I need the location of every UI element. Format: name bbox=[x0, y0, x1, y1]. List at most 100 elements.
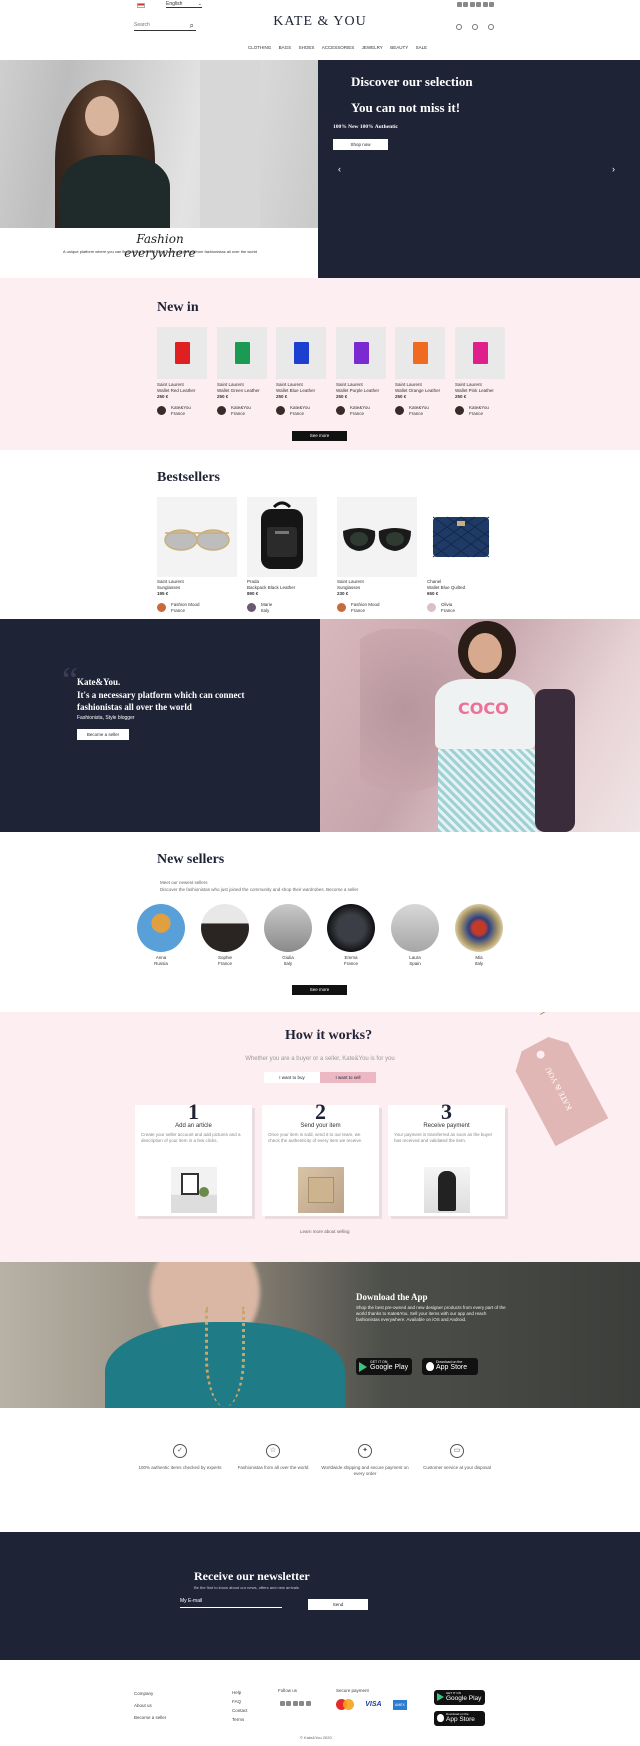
product-seller[interactable]: Kate&You France bbox=[217, 405, 267, 417]
step-title: Send your item bbox=[300, 1123, 341, 1129]
product-image bbox=[336, 327, 386, 379]
footer-google-play-button[interactable]: GET IT ON Google Play bbox=[434, 1690, 485, 1705]
step-title: Receive payment bbox=[423, 1123, 470, 1129]
seller-card[interactable]: Anna Russia bbox=[137, 904, 185, 967]
bestseller-product[interactable]: Chanel Wallet Blue Quilted 650 € Olivia Fran… bbox=[427, 579, 507, 614]
product-image bbox=[276, 327, 326, 379]
new-in-product[interactable]: Saint Laurent Wallet Green Leather 250 € Ka… bbox=[217, 327, 267, 417]
facebook-icon[interactable] bbox=[456, 2, 462, 7]
features-section: ✓ 100% authentic items checked by experts… bbox=[0, 1408, 640, 1532]
product-price: 250 € bbox=[276, 394, 288, 399]
footer-help-title: Help bbox=[232, 1690, 242, 1695]
product-seller[interactable]: Olivia France bbox=[427, 602, 507, 614]
footer-contact-link[interactable]: Contact bbox=[232, 1706, 248, 1715]
apple-icon bbox=[437, 1714, 444, 1722]
new-in-product[interactable]: Saint Laurent Wallet Orange Leather 250 € K… bbox=[395, 327, 445, 417]
heart-icon[interactable] bbox=[489, 2, 494, 7]
youtube-icon[interactable] bbox=[476, 2, 481, 7]
bestseller-image-3[interactable] bbox=[337, 497, 417, 577]
instagram-icon[interactable] bbox=[286, 1701, 291, 1706]
heart-icon[interactable] bbox=[305, 1701, 311, 1706]
favorites-icon[interactable] bbox=[472, 24, 478, 30]
avatar bbox=[276, 406, 285, 415]
product-seller[interactable]: Marie Italy bbox=[247, 602, 327, 614]
bestseller-product[interactable]: Saint Laurent Sunglasses 230 € Fashion Mood… bbox=[337, 579, 417, 614]
nav-clothing[interactable]: Clothing bbox=[248, 45, 271, 50]
backpack-image bbox=[261, 501, 303, 569]
become-seller-button[interactable]: Become a seller bbox=[77, 729, 129, 740]
wallet-image bbox=[473, 342, 488, 364]
google-play-button[interactable]: GET IT ON Google Play bbox=[356, 1358, 412, 1375]
nav-beauty[interactable]: Beauty bbox=[390, 45, 408, 50]
seller-card[interactable]: Emma France bbox=[327, 904, 375, 967]
step-text: Your payment is transferred as soon as t… bbox=[394, 1132, 493, 1143]
avatar bbox=[395, 406, 404, 415]
bestseller-image-4[interactable] bbox=[427, 497, 497, 577]
carousel-next-icon[interactable]: › bbox=[612, 164, 615, 174]
new-sellers-see-more-button[interactable]: See more bbox=[292, 985, 347, 995]
app-store-button[interactable]: Download on the App Store bbox=[422, 1358, 478, 1375]
product-seller[interactable]: Kate&You France bbox=[276, 405, 326, 417]
product-seller[interactable]: Fashion Mood France bbox=[157, 602, 237, 614]
carousel-prev-icon[interactable]: ‹ bbox=[338, 164, 341, 174]
new-in-see-more-button[interactable]: See more bbox=[292, 431, 347, 441]
seller-card[interactable]: Giulia Italy bbox=[264, 904, 312, 967]
nav-jewelry[interactable]: Jewelry bbox=[362, 45, 383, 50]
seller-card[interactable]: Mia Italy bbox=[455, 904, 503, 967]
tab-sell[interactable]: I want to sell bbox=[320, 1072, 376, 1083]
nav-accessories[interactable]: Accessories bbox=[322, 45, 355, 50]
newsletter-send-button[interactable]: Send bbox=[308, 1599, 368, 1610]
nav-sale[interactable]: Sale bbox=[416, 45, 428, 50]
footer-terms-link[interactable]: Terms bbox=[232, 1715, 248, 1724]
hero-title-1: Discover our selection bbox=[351, 74, 473, 89]
seller-card[interactable]: Laura Spain bbox=[391, 904, 439, 967]
user-icon[interactable] bbox=[456, 24, 462, 30]
seller-country: France bbox=[351, 608, 366, 613]
product-seller[interactable]: Kate&You France bbox=[395, 405, 445, 417]
footer-app-store-button[interactable]: Download on the App Store bbox=[434, 1711, 485, 1726]
new-in-product[interactable]: Saint Laurent Wallet Red Leather 250 € Kate… bbox=[157, 327, 207, 417]
learn-more-link[interactable]: Learn more about selling bbox=[300, 1229, 350, 1234]
newsletter-title: Receive our newsletter bbox=[194, 1569, 310, 1583]
tab-buy[interactable]: I want to buy bbox=[264, 1072, 320, 1083]
new-in-product[interactable]: Saint Laurent Wallet Purple Leather 250 € K… bbox=[336, 327, 386, 417]
chevron-down-icon: ⌄ bbox=[197, 1, 202, 7]
feature-item: ✦ Worldwide shipping and secure payment o… bbox=[320, 1444, 410, 1477]
language-select[interactable]: English ⌄ bbox=[166, 1, 202, 8]
bestseller-product[interactable]: Prada Backpack Black Leather 890 € Marie Ita… bbox=[247, 579, 327, 614]
pinterest-icon[interactable] bbox=[469, 2, 475, 7]
facebook-icon[interactable] bbox=[279, 1701, 285, 1706]
newsletter-email-input[interactable]: My E-mail bbox=[180, 1598, 282, 1608]
youtube-icon[interactable] bbox=[299, 1701, 304, 1706]
nav-bags[interactable]: Bags bbox=[279, 45, 292, 50]
bestseller-image-1[interactable] bbox=[157, 497, 237, 577]
step-image bbox=[298, 1167, 344, 1213]
instagram-icon[interactable] bbox=[463, 2, 468, 7]
product-seller[interactable]: Kate&You France bbox=[336, 405, 386, 417]
footer-become-seller-link[interactable]: Become a seller bbox=[134, 1712, 166, 1724]
pinterest-icon[interactable] bbox=[292, 1701, 298, 1706]
us-flag-icon[interactable] bbox=[137, 3, 145, 8]
new-in-product[interactable]: Saint Laurent Wallet Pink Leather 250 € Kat… bbox=[455, 327, 505, 417]
cart-icon[interactable] bbox=[488, 24, 494, 30]
nav-shoes[interactable]: Shoes bbox=[299, 45, 315, 50]
site-logo[interactable]: KATE & YOU bbox=[262, 14, 378, 30]
seller-card[interactable]: Sophie France bbox=[201, 904, 249, 967]
shop-now-button[interactable]: Shop now bbox=[333, 139, 388, 150]
footer-about-link[interactable]: About us bbox=[134, 1700, 166, 1712]
bestseller-product[interactable]: Saint Laurent Sunglasses 195 € Fashion Mood… bbox=[157, 579, 237, 614]
search-input[interactable]: Search ⌕ bbox=[134, 21, 196, 31]
tag-string bbox=[540, 1012, 602, 1015]
play-icon bbox=[359, 1362, 367, 1372]
product-seller[interactable]: Kate&You France bbox=[157, 405, 207, 417]
footer-faq-link[interactable]: FAQ bbox=[232, 1697, 248, 1706]
tshirt-print: COCO bbox=[458, 699, 509, 718]
bestseller-image-2[interactable] bbox=[247, 497, 317, 577]
feature-text: 100% authentic items checked by experts bbox=[138, 1465, 222, 1470]
new-in-product[interactable]: Saint Laurent Wallet Blue Leather 250 € Kat… bbox=[276, 327, 326, 417]
feature-item: ☆ Fashionistas from all over the world bbox=[228, 1444, 318, 1471]
product-seller[interactable]: Kate&You France bbox=[455, 405, 505, 417]
linkedin-icon[interactable] bbox=[482, 2, 488, 7]
product-seller[interactable]: Fashion Mood France bbox=[337, 602, 417, 614]
search-icon[interactable]: ⌕ bbox=[190, 21, 194, 31]
